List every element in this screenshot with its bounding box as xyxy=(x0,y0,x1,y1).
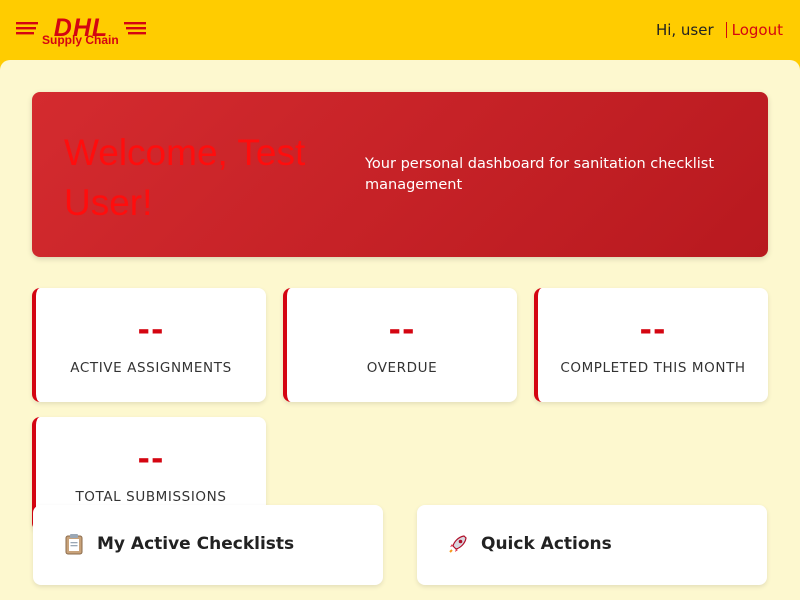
stat-card-overdue: -- OVERDUE xyxy=(283,288,517,402)
my-active-checklists-panel: My Active Checklists xyxy=(33,505,383,585)
stat-label: OVERDUE xyxy=(366,360,438,376)
stat-card-completed-this-month: -- COMPLETED THIS MONTH xyxy=(534,288,768,402)
top-header: DHL Supply Chain Hi, user Logout xyxy=(0,0,800,60)
stat-value: -- xyxy=(137,442,165,477)
rocket-icon xyxy=(447,533,469,555)
stat-value: -- xyxy=(639,313,667,348)
panel-header: Quick Actions xyxy=(447,533,612,555)
stat-card-active-assignments: -- ACTIVE ASSIGNMENTS xyxy=(32,288,266,402)
stat-label: ACTIVE ASSIGNMENTS xyxy=(70,360,232,376)
quick-actions-panel: Quick Actions xyxy=(417,505,767,585)
stat-value: -- xyxy=(388,313,416,348)
logo-subtitle: Supply Chain xyxy=(42,33,119,47)
panel-title: Quick Actions xyxy=(481,534,612,554)
logout-link[interactable]: Logout xyxy=(732,20,783,40)
stat-label: COMPLETED THIS MONTH xyxy=(560,360,746,376)
welcome-subtitle: Your personal dashboard for sanitation c… xyxy=(365,156,715,193)
stat-value: -- xyxy=(137,313,165,348)
panel-title: My Active Checklists xyxy=(97,534,295,554)
dhl-logo[interactable]: DHL Supply Chain xyxy=(16,10,146,50)
clipboard-icon xyxy=(63,533,85,555)
welcome-banner: Welcome, Test User! Your personal dashbo… xyxy=(32,92,768,257)
panel-header: My Active Checklists xyxy=(63,533,294,555)
user-greeting: Hi, user xyxy=(655,21,714,39)
nav-divider xyxy=(725,22,727,38)
user-nav: Hi, user Logout xyxy=(656,20,783,40)
stat-label: TOTAL SUBMISSIONS xyxy=(75,489,227,505)
welcome-title: Welcome, Test User! xyxy=(64,132,306,223)
